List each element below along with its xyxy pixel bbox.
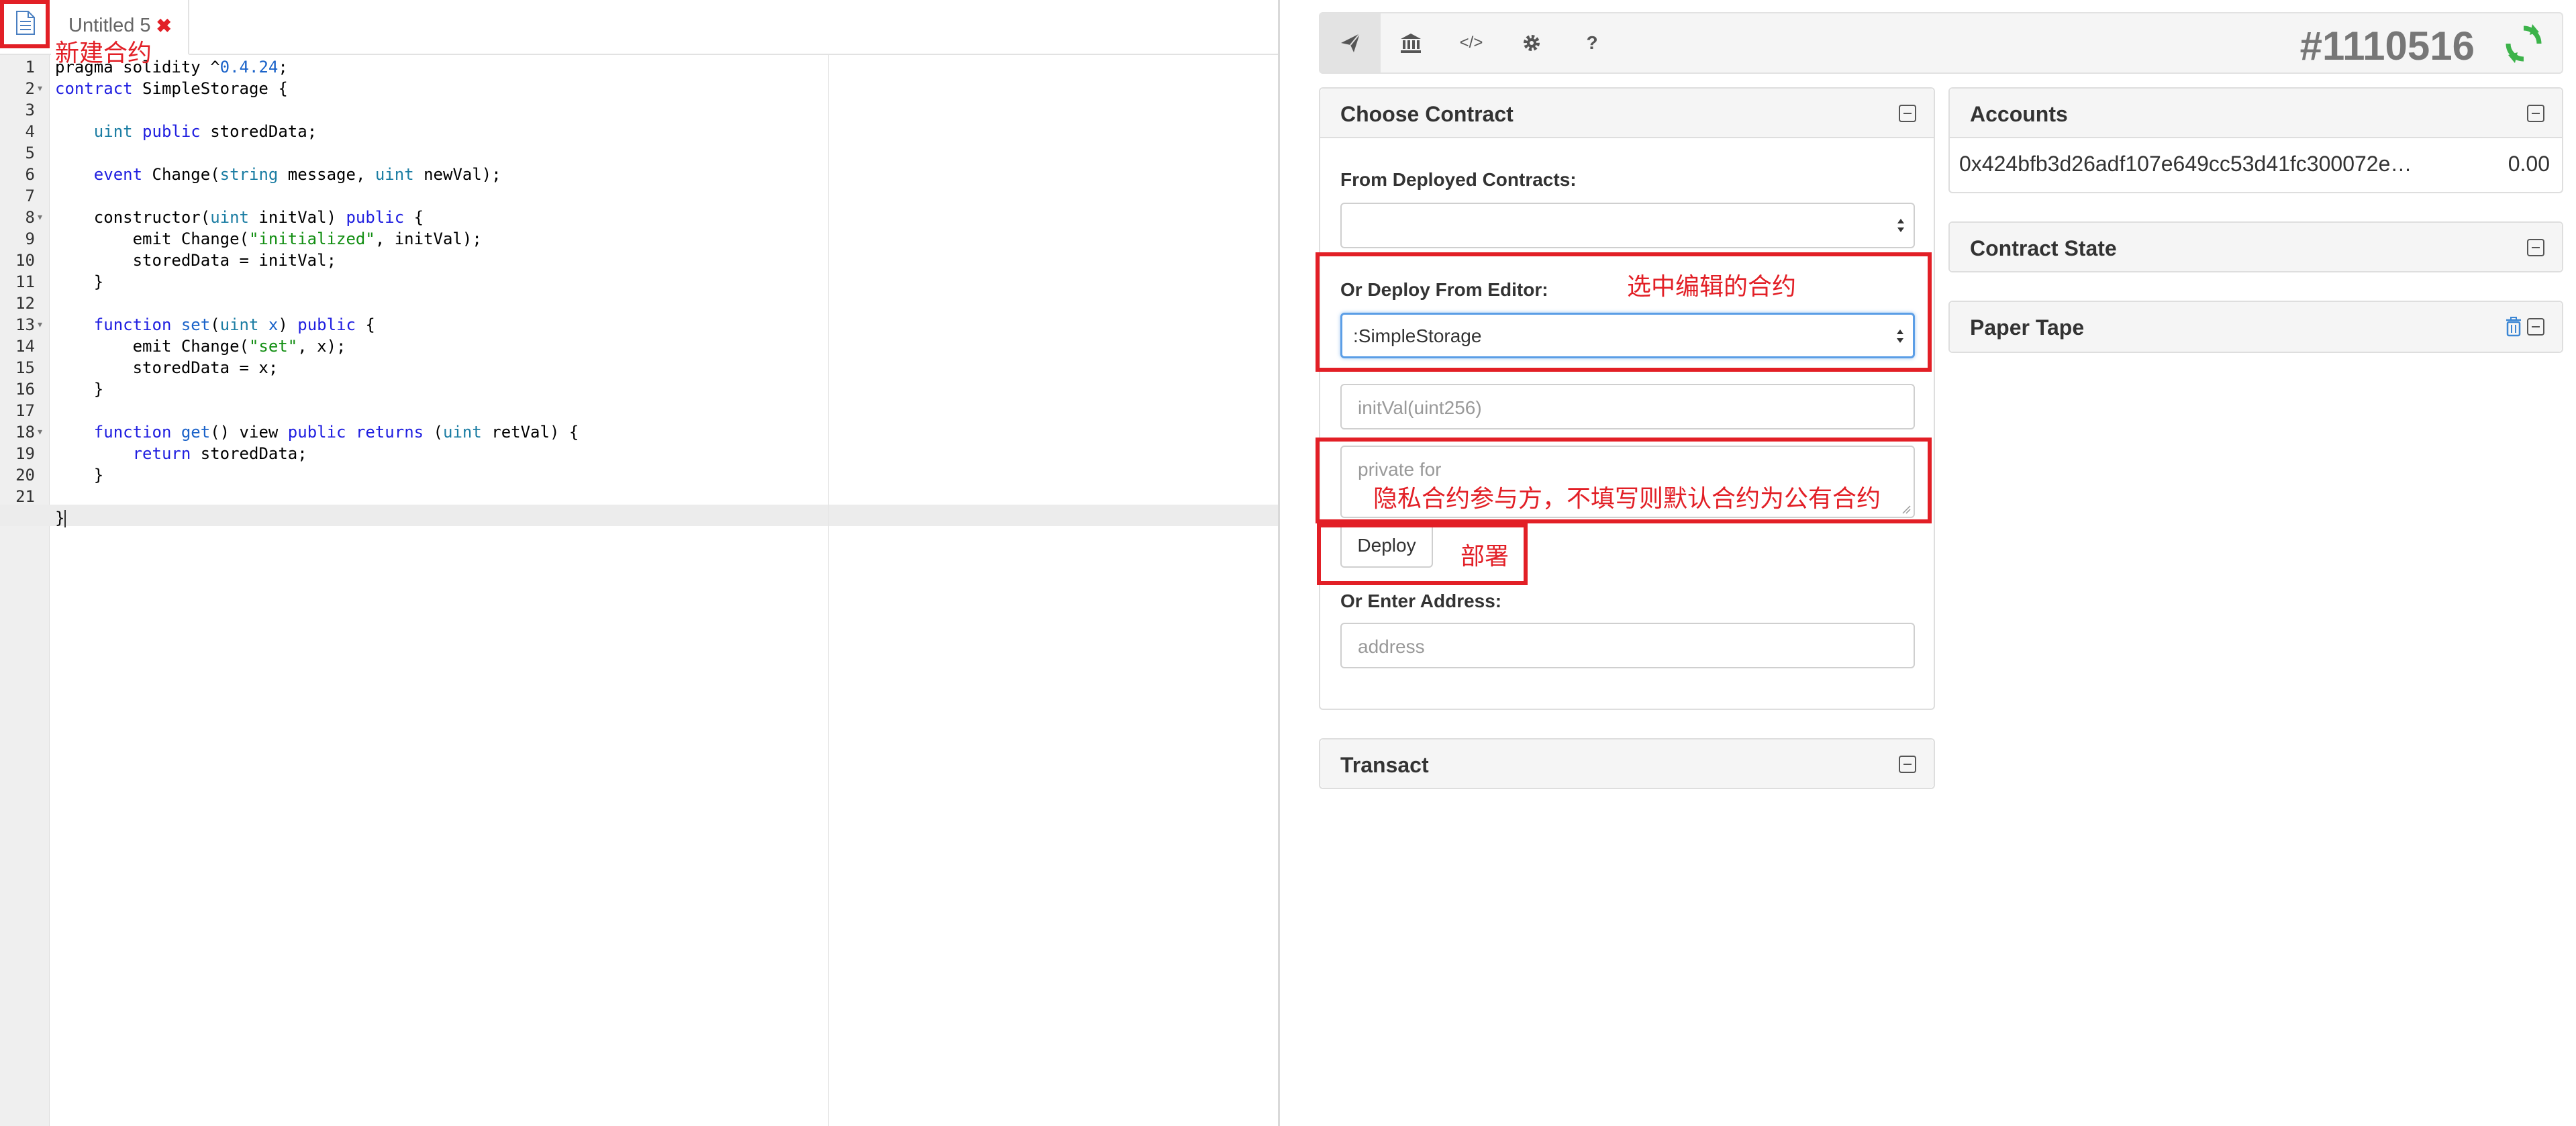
editor-pane: Untitled 5 ✖ 1 2 ▾ 3 4 5 6 7 8 ▾ 9 10 11 12 13 ▾ 14 15 16 1… [0,0,1279,1126]
fold-arrow-icon[interactable]: ▾ [38,427,42,438]
code-line[interactable]: uint public storedData; [55,121,317,142]
choose-contract-title: Choose Contract [1340,102,1514,126]
code-tab-button[interactable]: </> [1441,13,1501,72]
transact-panel: Transact [1319,738,1935,789]
code-line[interactable]: event Change(string message, uint newVal… [55,164,501,185]
code-line[interactable]: } [55,464,103,486]
address-input[interactable]: address [1340,623,1915,668]
paper-tape-header: Paper Tape [1950,302,2562,352]
contract-state-header: Contract State [1950,223,2562,271]
fold-arrow-icon[interactable]: ▾ [38,319,42,330]
block-number: #1110516 [2299,23,2475,68]
deployed-contracts-select[interactable] [1340,203,1915,248]
accounts-panel: Accounts 0x424bfb3d26adf107e649cc53d41fc… [1948,87,2563,193]
code-area[interactable]: pragma solidity ^0.4.24; contract SimpleS… [55,55,1279,1126]
help-icon: ? [1586,32,1598,53]
line-number: 8 [25,208,35,227]
send-icon [1341,33,1360,52]
line-number: 1 [25,58,35,76]
annotation-box-new-file [0,0,50,48]
choose-contract-header: Choose Contract [1320,89,1934,138]
line-number: 20 [15,466,35,484]
paper-tape-panel: Paper Tape [1948,301,2563,353]
trash-icon[interactable] [2506,317,2522,337]
select-arrows-icon [1897,219,1904,232]
collapse-icon[interactable] [2527,239,2544,256]
code-line[interactable]: function set(uint x) public { [55,314,375,336]
help-tab-button[interactable]: ? [1562,13,1622,72]
code-line[interactable]: } [55,507,66,529]
code-line[interactable]: storedData = x; [55,357,279,378]
code-line[interactable]: storedData = initVal; [55,250,336,271]
code-line[interactable]: function get() view public returns (uint… [55,421,579,443]
transact-title: Transact [1340,753,1429,777]
code-line[interactable]: contract SimpleStorage { [55,78,288,99]
settings-tab-button[interactable] [1501,13,1562,72]
line-number: 2 [25,79,35,98]
accounts-title: Accounts [1970,102,2068,126]
contract-state-title: Contract State [1970,236,2117,260]
line-number: 19 [15,444,35,463]
annotation-private-for: 隐私合约参与方，不填写则默认合约为公有合约 [1373,485,1881,513]
line-number-gutter: 12▾345678▾910111213▾1415161718▾19202122 [0,55,50,1126]
code-line[interactable]: return storedData; [55,443,307,464]
send-tab-button[interactable] [1320,13,1381,72]
annotation-new-contract: 新建合约 [55,40,152,67]
line-number: 10 [15,251,35,270]
annotation-box-select-contract [1316,252,1932,372]
line-number: 18 [15,423,35,442]
choose-contract-panel: Choose Contract From Deployed Contracts:… [1319,87,1935,710]
line-number: 13 [15,315,35,334]
line-number: 15 [15,358,35,377]
bank-icon [1401,34,1421,53]
line-number: 16 [15,380,35,399]
line-number: 17 [15,401,35,420]
collapse-icon[interactable] [2527,105,2544,122]
annotation-select-contract: 选中编辑的合约 [1627,273,1797,301]
collapse-icon[interactable] [1899,105,1916,122]
account-address[interactable]: 0x424bfb3d26adf107e649cc53d41fc300072e… [1959,152,2563,176]
top-toolbar: </> ? #1110516 [1319,12,2563,74]
code-line[interactable]: constructor(uint initVal) public { [55,207,424,228]
contract-state-panel: Contract State [1948,221,2563,272]
collapse-icon[interactable] [1899,756,1916,773]
line-number: 21 [15,487,35,506]
line-number: 7 [25,187,35,205]
gear-icon [1524,35,1540,51]
editor-tab-bar: Untitled 5 ✖ [0,0,1279,55]
bank-tab-button[interactable] [1381,13,1441,72]
code-line[interactable]: emit Change("set", x); [55,336,346,357]
code-line[interactable]: } [55,271,103,293]
line-number: 9 [25,229,35,248]
init-val-input[interactable]: initVal(uint256) [1340,384,1915,429]
refresh-icon[interactable] [2503,23,2544,64]
collapse-icon[interactable] [2527,318,2544,336]
code-line[interactable]: emit Change("initialized", initVal); [55,228,482,250]
line-number: 6 [25,165,35,184]
text-cursor [64,510,66,527]
line-number: 4 [25,122,35,141]
line-number: 12 [15,294,35,313]
from-deployed-label: From Deployed Contracts: [1340,169,1577,190]
fold-arrow-icon[interactable]: ▾ [38,83,42,94]
account-balance: 0.00 [2508,152,2550,176]
accounts-header: Accounts [1950,89,2562,138]
line-number: 11 [15,272,35,291]
line-number: 3 [25,101,35,119]
paper-tape-title: Paper Tape [1970,315,2085,340]
close-tab-icon[interactable]: ✖ [156,15,172,37]
code-icon: </> [1459,34,1483,52]
line-number: 5 [25,144,35,162]
code-line[interactable]: } [55,378,103,400]
transact-header: Transact [1320,739,1934,788]
enter-address-label: Or Enter Address: [1340,591,1502,611]
annotation-deploy: 部署 [1460,543,1509,570]
line-number: 14 [15,337,35,356]
fold-arrow-icon[interactable]: ▾ [38,212,42,223]
